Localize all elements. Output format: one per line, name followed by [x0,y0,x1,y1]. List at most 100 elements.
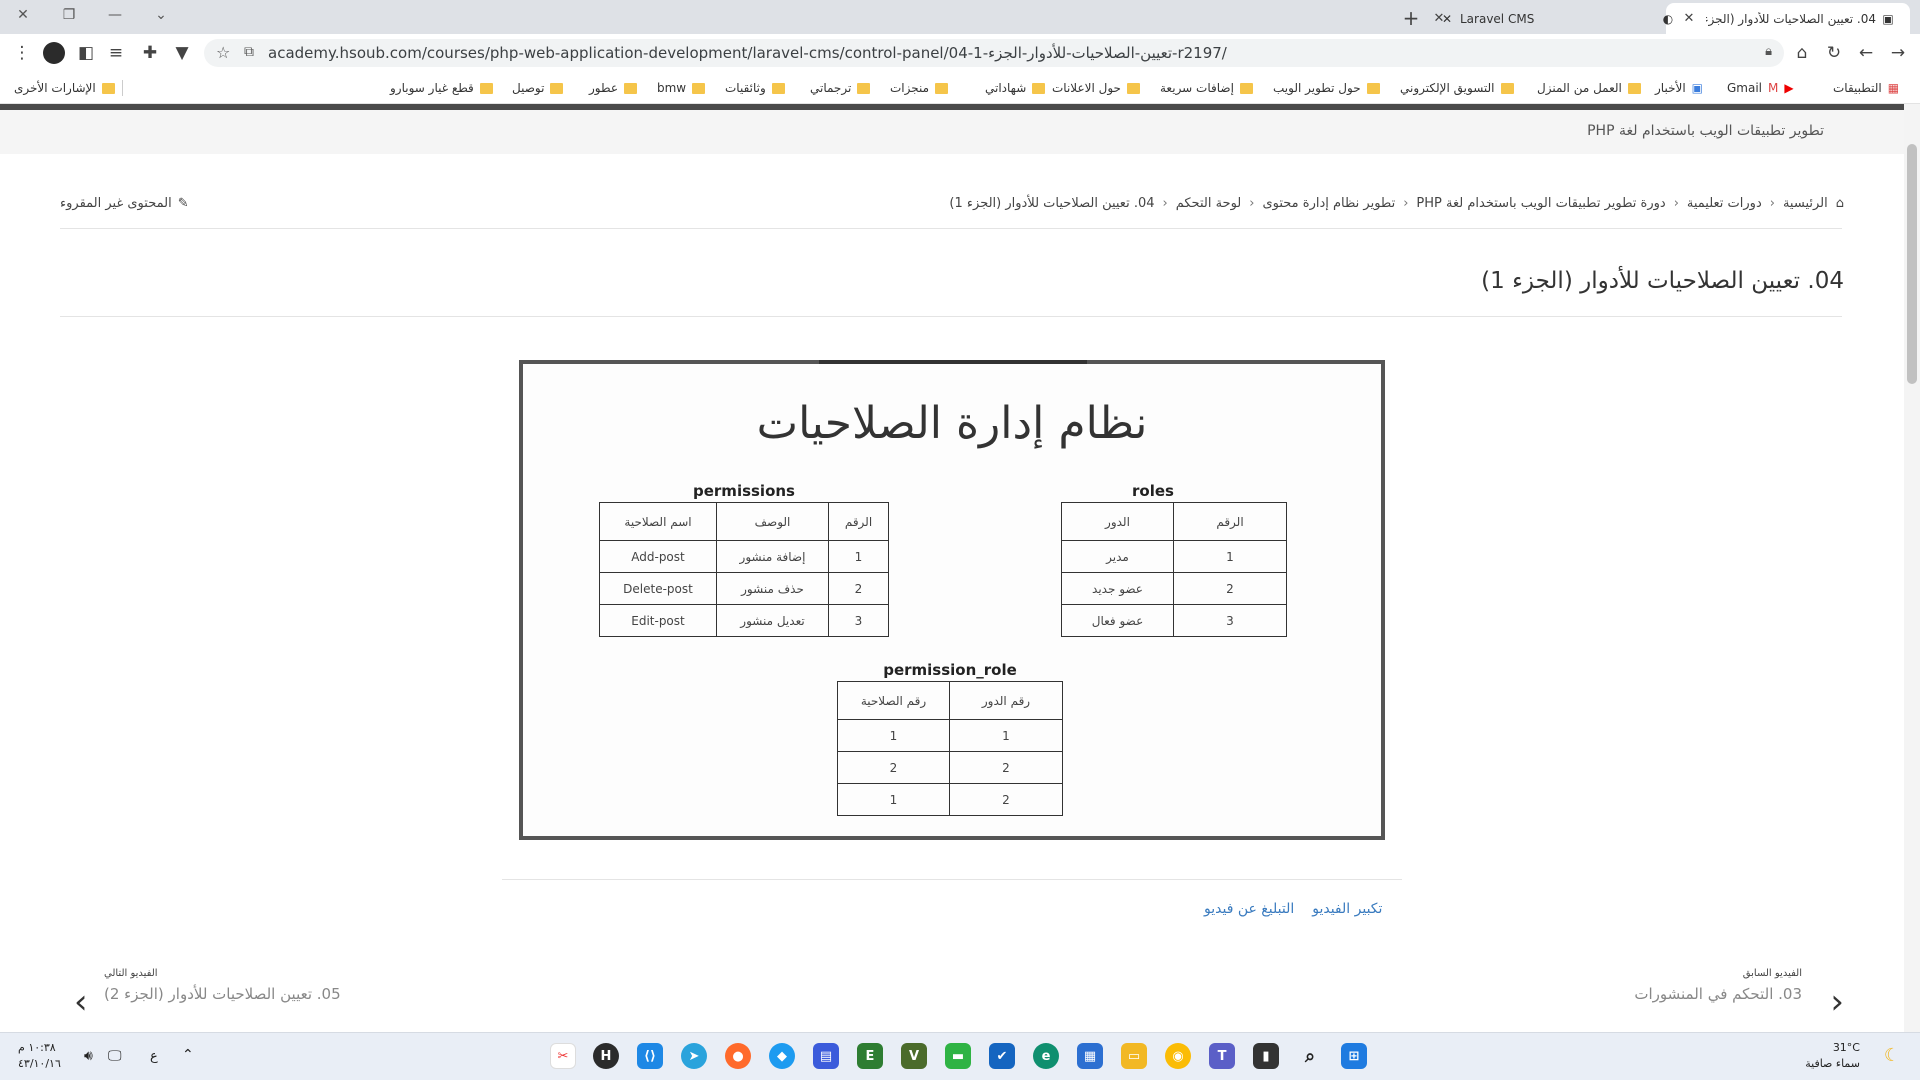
chevron-up-icon[interactable]: ⌃ [182,1047,194,1063]
bookmark-folder[interactable]: شهاداتي [985,79,1046,97]
previous-video-link[interactable]: الفيديو السابق 03. التحكم في المنشورات [1634,968,1802,1003]
table-cell: Add-post [599,540,717,573]
chevron-left-icon[interactable]: ‹ [74,982,88,1022]
extensions-button[interactable]: ✚ [136,39,164,67]
unread-label: المحتوى غير المقروء [60,196,172,211]
video-progress-bar[interactable] [819,360,1087,364]
breadcrumb-item[interactable]: دورة تطوير تطبيقات الويب باستخدام لغة PH… [1416,196,1665,211]
clock[interactable]: ١٠:٣٨ م ٤٣/١٠/١٦ [18,1041,61,1070]
url-text[interactable]: academy.hsoub.com/courses/php-web-applic… [268,39,1227,67]
bookmark-folder[interactable]: منجزات [890,79,949,97]
search-icon[interactable]: ⌕ [1297,1043,1323,1069]
bookmark-folder[interactable]: حول تطوير الويب [1273,79,1380,97]
other-bookmarks[interactable]: الإشارات الأخرى [14,79,115,97]
bookmark-folder[interactable]: توصيل [512,79,564,97]
bookmark-folder[interactable]: العمل من المنزل [1537,79,1641,97]
restore-window-button[interactable]: ❐ [46,0,92,30]
bookmark-folder[interactable]: وثائقيات [725,79,785,97]
breadcrumb-item[interactable]: تطوير نظام إدارة محتوى [1262,196,1395,211]
todo-icon[interactable]: ✔ [989,1043,1015,1069]
avatar-icon [43,42,65,64]
network-icon[interactable]: 🖵︎ [108,1048,122,1064]
telegram-icon[interactable]: ➤ [681,1043,707,1069]
video-player[interactable]: نظام إدارة الصلاحيات roles الرقم الدور 1… [519,360,1385,840]
profile-avatar[interactable] [40,39,68,67]
minimize-window-button[interactable]: — [92,0,138,30]
breadcrumb-item[interactable]: الرئيسية [1783,196,1828,211]
new-tab-button[interactable]: + [1397,4,1425,32]
chat-app-icon[interactable]: ▬ [945,1043,971,1069]
page-scrollbar[interactable] [1904,104,1920,1032]
bookmark-folder[interactable]: عطور [589,79,637,97]
tab-close-icon[interactable]: ✕ [1680,10,1698,28]
unread-content-link[interactable]: ✎ المحتوى غير المقروء [60,196,189,211]
star-icon[interactable]: ☆ [216,43,230,62]
tab-laravel-close[interactable]: ✕ [1442,10,1456,28]
tab-title: Laravel CMS [1460,11,1535,26]
tab-active-lesson[interactable]: ◐ ✕ 04. تعيين الصلاحيات للأدوار (الجزء 1… [1663,3,1910,34]
home-icon[interactable]: ⌂ [1836,196,1844,211]
paint-app-icon[interactable]: ● [725,1043,751,1069]
bookmark-folder[interactable]: ترجماتي [810,79,871,97]
notepad-icon[interactable]: ▤ [813,1043,839,1069]
table-row: 1 مدير [1061,540,1287,573]
magic-wand-icon: ✎ [177,196,189,211]
breadcrumb-item[interactable]: دورات تعليمية [1687,196,1762,211]
bookmark-folder[interactable]: التسويق الإلكتروني [1400,79,1514,97]
table-header: رقم الدور [949,681,1063,720]
edge-icon[interactable]: e [1033,1043,1059,1069]
breadcrumb-item[interactable]: لوحة التحكم [1176,196,1242,211]
bookmark-news[interactable]: ▣ الأخبار [1655,79,1703,97]
back-button[interactable]: ← [1852,39,1880,67]
reading-list-button[interactable]: ≡ [102,39,130,67]
table-cell: 1 [837,719,950,752]
extension-v-button[interactable]: ▼ [168,39,196,67]
report-video-link[interactable]: التبليغ عن فيديو [1204,901,1294,917]
weather-widget[interactable]: 31°C سماء صافية [1805,1041,1860,1070]
arrow-left-icon: ← [1858,43,1874,63]
course-bar-title[interactable]: تطوير تطبيقات الويب باستخدام لغة PHP [1587,123,1824,139]
language-indicator[interactable]: ع [150,1049,158,1064]
chevron-right-icon[interactable]: › [1830,982,1844,1022]
file-explorer-icon[interactable]: ▭ [1121,1043,1147,1069]
enlarge-video-link[interactable]: تكبير الفيديو [1312,901,1382,917]
close-window-button[interactable]: ✕ [0,0,46,30]
bookmark-apps[interactable]: ▦ التطبيقات [1833,79,1899,97]
snipping-tool-icon[interactable]: ✂ [550,1043,576,1069]
vscode-icon[interactable]: ⟨⟩ [637,1043,663,1069]
tab-search-button[interactable]: ⌄ [138,0,184,30]
menu-button[interactable]: ⋮ [8,39,36,67]
volume-icon[interactable]: 🔊︎ [84,1048,93,1064]
hsoub-icon[interactable]: H [593,1043,619,1069]
chrome-icon[interactable]: ◉ [1165,1043,1191,1069]
bookmark-gmail[interactable]: ▶ M Gmail [1727,79,1794,97]
bookmark-folder[interactable]: إضافات سريعة [1160,79,1253,97]
vim-icon[interactable]: V [901,1043,927,1069]
store-icon[interactable]: ▦ [1077,1043,1103,1069]
close-icon: ✕ [17,7,29,23]
puzzle-icon: ✚ [142,43,158,63]
folder-icon [771,82,785,94]
bookmark-folder[interactable]: قطع غيار سوبارو [390,79,493,97]
reload-button[interactable]: ↻ [1820,39,1848,67]
table-row: 1 إضافة منشور Add-post [599,540,889,573]
page-viewport: تطوير تطبيقات الويب باستخدام لغة PHP ⌂ ا… [0,104,1904,1032]
table-cell: 2 [837,751,950,784]
youtube-icon: ▶ [1784,81,1794,95]
scrollbar-thumb[interactable] [1907,144,1917,384]
home-button[interactable]: ⌂ [1788,39,1816,67]
terminal-icon[interactable]: ▮ [1253,1043,1279,1069]
share-icon[interactable]: ⧉ [244,44,254,60]
bird-app-icon[interactable]: ◆ [769,1043,795,1069]
bookmark-folder[interactable]: حول الاعلانات [1052,79,1140,97]
windows-start-icon[interactable]: ⊞ [1341,1043,1367,1069]
forward-button[interactable]: → [1884,39,1912,67]
table-row: 11 [837,719,1063,752]
tab-laravel-cms[interactable]: ✕ Laravel CMS [1430,3,1662,34]
teams-icon[interactable]: T [1209,1043,1235,1069]
lock-icon[interactable]: 🔒︎ [1765,44,1772,59]
next-video-link[interactable]: الفيديو التالي 05. تعيين الصلاحيات للأدو… [104,968,341,1003]
side-panel-button[interactable]: ◧ [72,39,100,67]
app-e-icon[interactable]: E [857,1043,883,1069]
bookmark-folder[interactable]: bmw [657,79,706,97]
